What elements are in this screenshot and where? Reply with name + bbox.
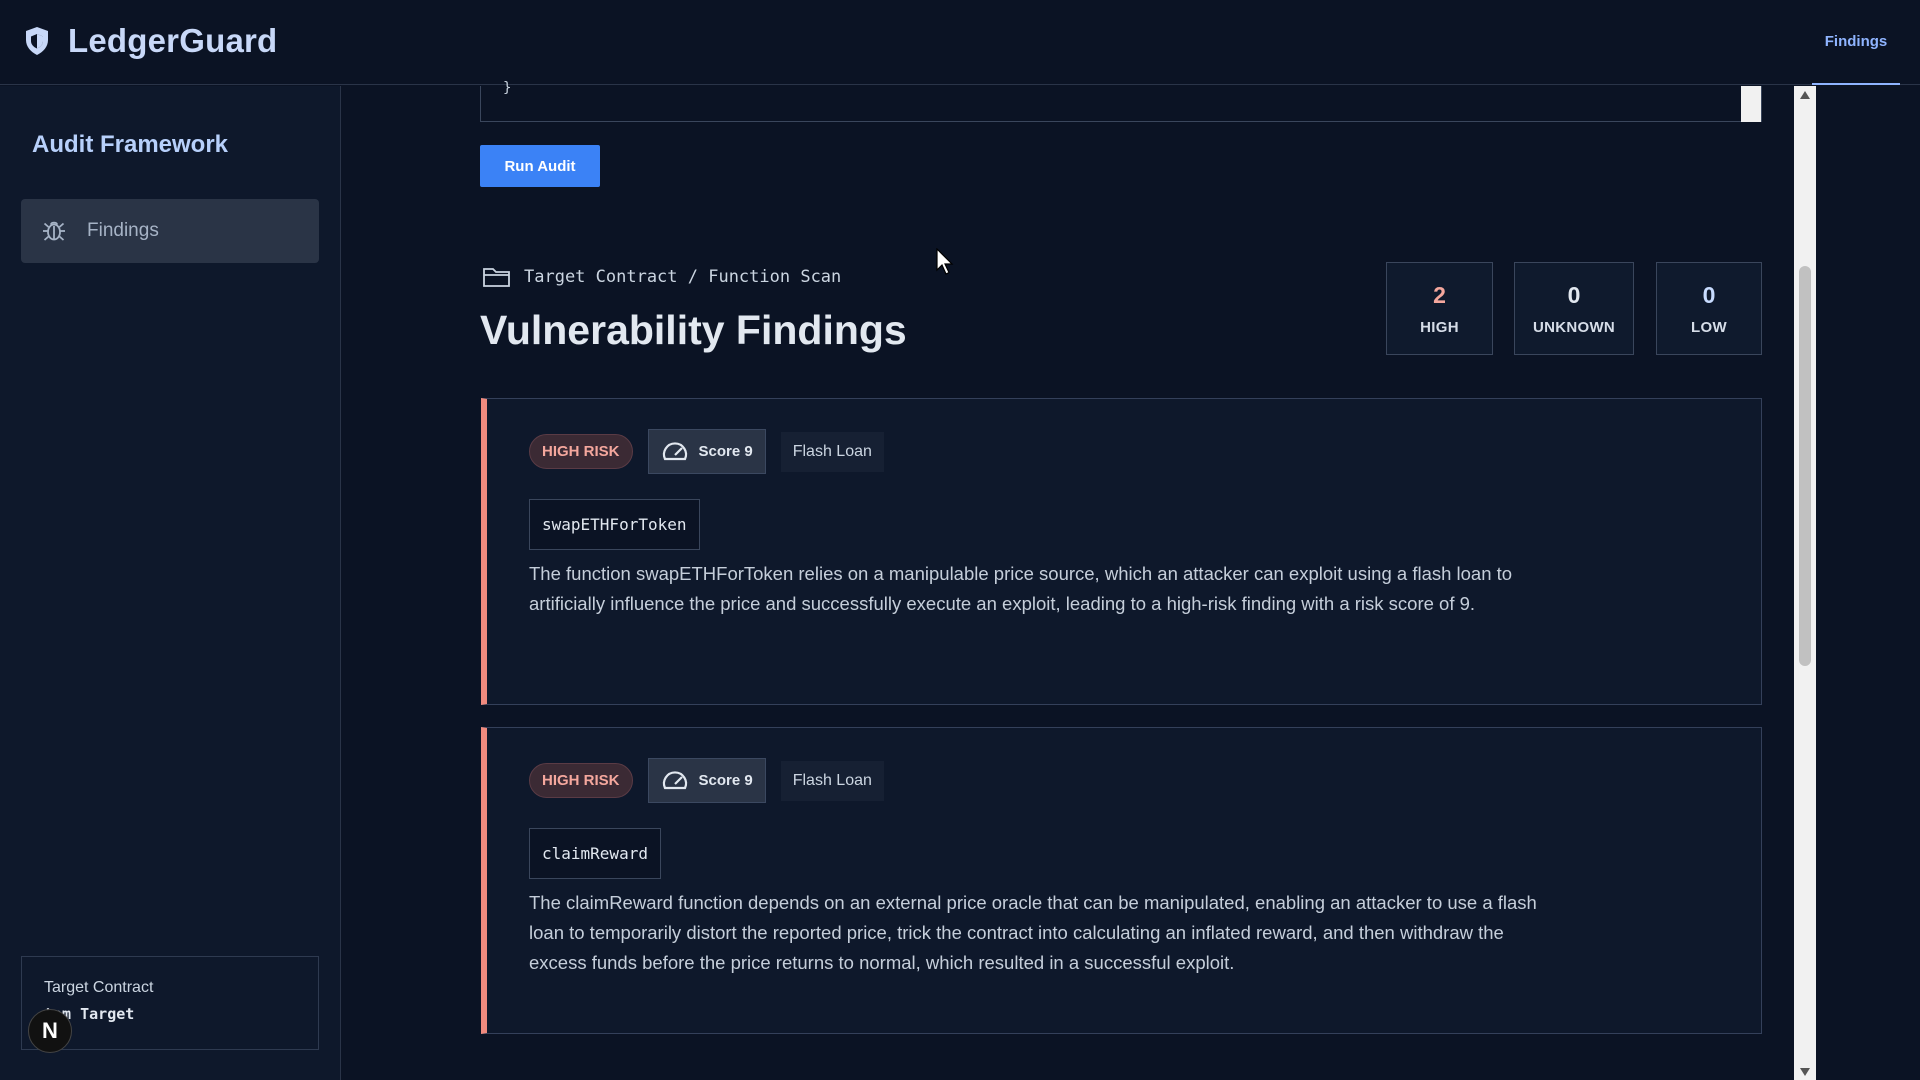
bug-icon (43, 221, 65, 241)
scroll-down-arrow[interactable] (1800, 1068, 1810, 1076)
gauge-icon (662, 770, 687, 789)
top-bar: LedgerGuard Findings (0, 0, 1920, 85)
nav-findings[interactable]: Findings (1812, 0, 1900, 85)
function-name: swapETHForToken (529, 499, 700, 550)
finding-card: HIGH RISK Score 9 Flash Loan claimReward… (481, 727, 1762, 1034)
scrollbar-thumb[interactable] (1799, 266, 1811, 666)
folder-icon (483, 268, 510, 287)
score-badge: Score 9 (647, 429, 766, 474)
target-contract-value: tom Target (44, 1005, 135, 1023)
score-badge: Score 9 (647, 758, 766, 803)
breadcrumb: Target Contract / Function Scan (482, 265, 841, 289)
stat-high-value: 2 (1433, 281, 1446, 308)
sidebar: Audit Framework Findings Target Contract… (0, 86, 341, 1080)
finding-description: The claimReward function depends on an e… (529, 892, 1537, 973)
stat-low-label: LOW (1691, 318, 1727, 336)
target-contract-label: Target Contract (44, 979, 154, 996)
resize-handle[interactable] (1741, 86, 1761, 122)
stat-unknown: 0 UNKNOWN (1514, 262, 1634, 355)
score-text: Score 9 (698, 443, 753, 460)
scrollbar[interactable] (1794, 86, 1816, 1080)
risk-badge: HIGH RISK (529, 763, 633, 798)
stat-low-value: 0 (1702, 281, 1716, 308)
score-text: Score 9 (698, 772, 753, 789)
sidebar-item-label: Findings (87, 220, 159, 241)
page-title: Vulnerability Findings (480, 307, 907, 353)
mouse-cursor-icon (936, 248, 954, 275)
stat-unknown-value: 0 (1567, 281, 1581, 308)
sidebar-item-findings[interactable]: Findings (21, 199, 319, 263)
finding-card: HIGH RISK Score 9 Flash Loan swapETHForT… (481, 398, 1762, 705)
finding-badges: HIGH RISK Score 9 Flash Loan (529, 429, 884, 474)
shield-icon (26, 27, 48, 55)
stat-low: 0 LOW (1656, 262, 1762, 355)
app-name: LedgerGuard (68, 22, 278, 59)
risk-badge: HIGH RISK (529, 434, 633, 469)
scroll-up-arrow[interactable] (1800, 91, 1810, 99)
stat-high: 2 HIGH (1386, 262, 1493, 355)
sidebar-title: Audit Framework (32, 131, 229, 158)
category-badge: Flash Loan (780, 760, 884, 801)
run-audit-button[interactable]: Run Audit (480, 145, 600, 187)
stat-high-label: HIGH (1420, 318, 1459, 336)
breadcrumb-text: Target Contract / Function Scan (524, 267, 842, 287)
stat-unknown-label: UNKNOWN (1532, 318, 1616, 336)
gauge-icon (662, 441, 687, 460)
function-name: claimReward (529, 828, 661, 879)
avatar[interactable]: N (28, 1009, 72, 1053)
code-editor[interactable]: } (480, 80, 1762, 122)
finding-badges: HIGH RISK Score 9 Flash Loan (529, 758, 884, 803)
code-text: } (503, 80, 512, 96)
finding-description: The function swapETHForToken relies on a… (529, 563, 1513, 614)
brand[interactable]: LedgerGuard (24, 22, 277, 60)
category-badge: Flash Loan (780, 431, 884, 472)
